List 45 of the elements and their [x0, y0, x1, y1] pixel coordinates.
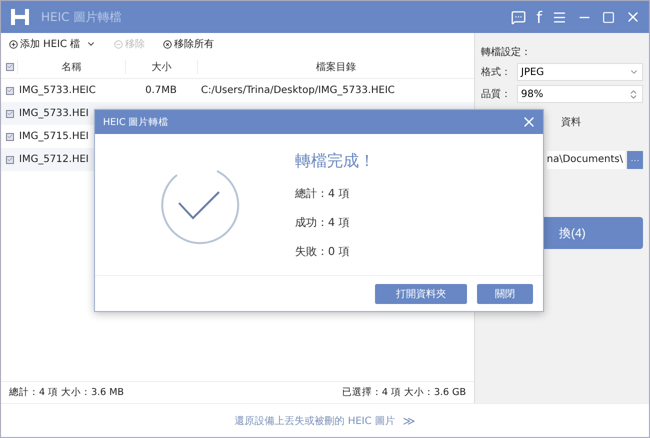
format-label: 格式： [481, 66, 512, 79]
forward-arrow[interactable]: ≫ [402, 414, 416, 428]
add-icon [9, 40, 18, 48]
file-size: 0.7MB [144, 85, 178, 96]
logo-icon [9, 7, 31, 27]
feedback-icon[interactable] [511, 10, 526, 24]
facebook-button[interactable]: f [536, 8, 542, 26]
row-checkbox[interactable] [6, 156, 14, 164]
file-path: C:/Users/Trina/Desktop/IMG_5733.HEIC [200, 85, 396, 96]
file-name: IMG_5733.HEIC [18, 85, 97, 96]
total-summary: 總計：4 項 大小：3.6 MB [9, 386, 124, 399]
close-button[interactable]: 關閉 [477, 284, 533, 304]
output-folder: na\Documents\ [546, 151, 625, 169]
keep-data-label: 資料 [561, 116, 582, 129]
open-folder-button[interactable]: 打開資料夾 [375, 284, 467, 304]
column-header: 檔案目錄 [197, 60, 474, 74]
row-checkbox[interactable] [6, 132, 14, 140]
result-count: 失敗：0 項 [295, 244, 350, 258]
stepper-icon [628, 88, 639, 100]
clear-icon [163, 40, 172, 48]
row-checkbox[interactable] [6, 110, 14, 118]
row-checkbox[interactable] [6, 86, 14, 94]
select-all-checkbox[interactable] [6, 62, 14, 70]
recover-link[interactable]: 還原設備上丟失或被刪的 HEIC 圖片 [234, 414, 395, 428]
clear-files-button[interactable]: 移除所有 [163, 37, 214, 51]
dialog-heading: 轉檔完成！ [295, 150, 375, 172]
menu-icon[interactable] [552, 10, 567, 24]
result-count: 總計：4 項 [295, 186, 350, 200]
file-name: IMG_5712.HEI [18, 154, 90, 165]
selected-summary: 已選擇：4 項 大小：3.6 GB [342, 386, 466, 399]
column-header: 大小 [125, 60, 197, 74]
browse-button[interactable]: ··· [627, 151, 643, 169]
remove-icon [114, 40, 124, 48]
quality-spinner[interactable]: 98% [517, 85, 643, 103]
format-select[interactable]: JPEG [517, 63, 643, 81]
dialog-title: HEIC 圖片轉檔 [103, 116, 169, 128]
window-title: HEIC 圖片轉檔 [41, 8, 122, 26]
file-name: IMG_5715.HEI [18, 131, 90, 142]
quality-label: 品質： [481, 88, 512, 101]
column-header: 名稱 [17, 60, 125, 74]
maximize-icon[interactable] [602, 10, 615, 24]
result-count: 成功：4 項 [295, 214, 350, 230]
add-files-button[interactable]: 添加 HEIC 檔 [9, 37, 96, 51]
file-name: IMG_5733.HEI [18, 108, 90, 119]
settings-title: 轉檔設定： [481, 46, 532, 59]
